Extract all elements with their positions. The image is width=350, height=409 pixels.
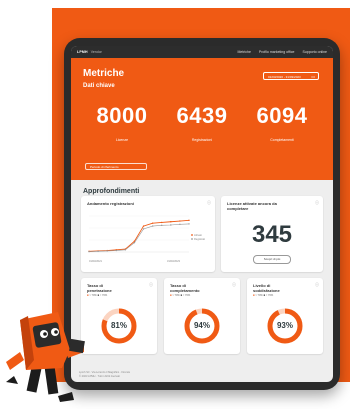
- pending-licenses-title: Licenze attivate ancora da completare: [227, 201, 277, 211]
- info-icon[interactable]: ⓘ: [315, 282, 319, 288]
- calendar-icon: ▭: [311, 74, 315, 79]
- nav-item-supporto[interactable]: Supporto online: [302, 50, 327, 54]
- donut-value: 81%: [110, 321, 127, 330]
- data-point: [142, 225, 145, 227]
- data-point: [151, 225, 154, 227]
- info-icon[interactable]: ⓘ: [207, 200, 211, 206]
- data-point: [97, 250, 99, 252]
- data-point: [124, 249, 127, 251]
- donut-value: 93%: [276, 321, 293, 330]
- satisfaction-level-card: Livello di soddisfazione ⓘ ■ > 70% ■ < 7…: [247, 278, 323, 354]
- data-point: [188, 223, 190, 225]
- period-select-label: Periodo di riferimento: [90, 165, 119, 169]
- donut-legend: ■ > 70% ■ < 70%: [170, 294, 191, 297]
- app-logo-subtitle: Vendor: [90, 50, 102, 54]
- metric-label: Licenze: [115, 138, 129, 142]
- legend-attivati: Attivati: [194, 233, 202, 237]
- nav-item-metriche[interactable]: Metriche: [238, 50, 251, 54]
- data-point: [161, 221, 163, 224]
- metric-registrazioni: 6439 Registrazioni: [167, 103, 237, 142]
- x-tick-start: 01/03/2021: [89, 259, 103, 263]
- metric-value: 6439: [176, 103, 228, 128]
- data-point: [151, 222, 154, 224]
- key-metrics-hero: Metriche Dati chiave 01/03/2020 - 31/03/…: [71, 58, 333, 180]
- metric-label: Completamenti: [270, 138, 294, 142]
- data-point: [142, 228, 145, 230]
- pending-licenses-value: 345: [251, 221, 293, 248]
- legend-swatch-attivati: [191, 234, 193, 236]
- penetration-rate-card: Tasso di penetrazione ⓘ ■ > 70% ■ < 70% …: [81, 278, 157, 354]
- chart-title: Andamento registrazioni: [87, 201, 134, 206]
- insights-title: Approfondimenti: [83, 188, 140, 195]
- top-nav: Metriche Profilo marketing office Suppor…: [238, 50, 328, 54]
- donut-title: Livello di soddisfazione: [253, 283, 280, 293]
- data-point: [179, 220, 181, 222]
- info-icon[interactable]: ⓘ: [315, 200, 319, 206]
- nav-item-profilo[interactable]: Profilo marketing office: [259, 50, 295, 54]
- period-select[interactable]: Periodo di riferimento: [85, 163, 147, 170]
- dashboard-screen: LPMH Vendor Metriche Profilo marketing o…: [71, 46, 333, 382]
- data-point: [170, 224, 172, 226]
- top-navigation-bar: LPMH Vendor Metriche Profilo marketing o…: [71, 46, 333, 58]
- legend-registrati: Registrati: [194, 237, 205, 241]
- pending-licenses-card: Licenze attivate ancora da completare ⓘ …: [221, 196, 323, 272]
- section-subtitle: Dati chiave: [83, 83, 115, 89]
- mascot-illustration: [6, 312, 85, 402]
- donut-legend: ■ > 70% ■ < 70%: [253, 294, 274, 297]
- metric-value: 8000: [96, 103, 148, 128]
- metrics-row: 8000 Licenze 6439 Registrazioni 6094 Com…: [83, 103, 321, 142]
- legend-swatch-registrati: [191, 238, 193, 240]
- metric-completamenti: 6094 Completamenti: [247, 103, 317, 142]
- data-point: [115, 249, 117, 252]
- donut-title: Tasso di completamento: [170, 283, 200, 293]
- donut-legend: ■ > 70% ■ < 70%: [87, 294, 108, 297]
- data-point: [106, 250, 108, 252]
- date-range-picker[interactable]: 01/03/2020 - 31/03/2023 ▭: [263, 72, 319, 80]
- info-icon[interactable]: ⓘ: [149, 282, 153, 288]
- data-point: [170, 221, 172, 223]
- donut-value: 94%: [193, 321, 210, 330]
- data-point: [188, 219, 190, 222]
- date-range-value: 01/03/2020 - 31/03/2023: [268, 75, 301, 79]
- metric-label: Registrazioni: [191, 138, 213, 142]
- data-point: [88, 250, 90, 253]
- data-point: [133, 241, 136, 244]
- registrations-line-chart: 01/03/2021 31/03/2023 Attivati Registrat…: [88, 215, 205, 263]
- donut-title: Tasso di penetrazione: [87, 283, 112, 293]
- app-logo[interactable]: LPMH: [77, 50, 88, 54]
- metric-value: 6094: [256, 103, 308, 128]
- info-icon[interactable]: ⓘ: [232, 282, 236, 288]
- completion-rate-card: Tasso di completamento ⓘ ■ > 70% ■ < 70%…: [164, 278, 240, 354]
- metric-licenze: 8000 Licenze: [87, 103, 157, 142]
- tablet-frame: LPMH Vendor Metriche Profilo marketing o…: [64, 38, 340, 390]
- x-tick-end: 31/03/2023: [167, 259, 181, 263]
- registrations-chart-card: Andamento registrazioni ⓘ 01/03/2021 31/…: [81, 196, 215, 272]
- data-point: [179, 223, 181, 225]
- learn-more-button[interactable]: Scopri di più: [253, 255, 291, 264]
- data-point: [161, 224, 163, 227]
